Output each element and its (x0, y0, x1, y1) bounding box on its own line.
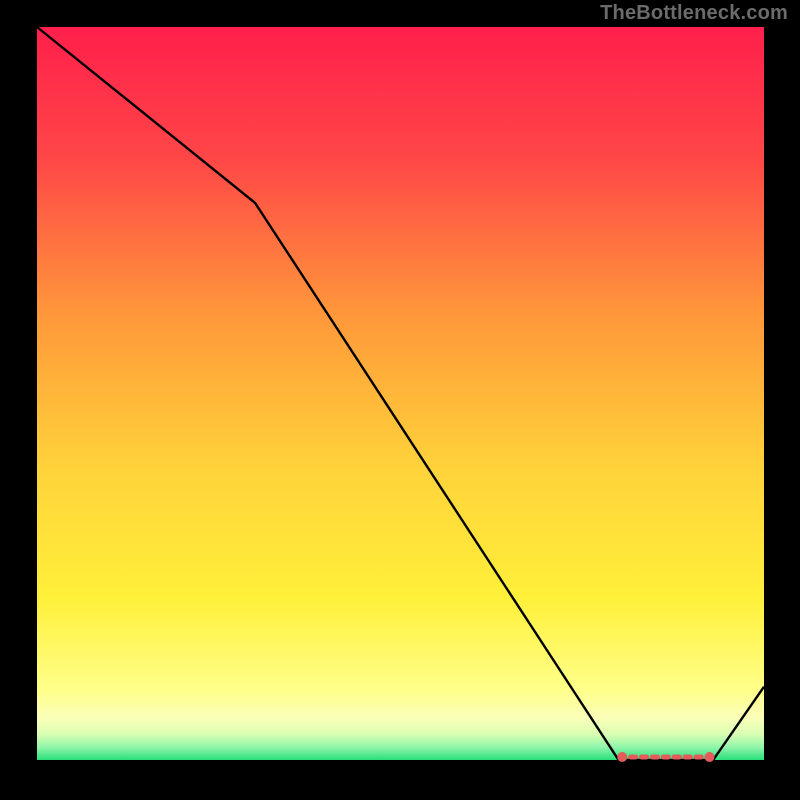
marker-dash (672, 755, 682, 760)
bottleneck-chart (0, 0, 800, 800)
marker-dot (617, 752, 627, 762)
marker-dash (650, 755, 660, 760)
marker-dash (683, 755, 693, 760)
marker-dash (639, 755, 649, 760)
marker-dot (704, 752, 714, 762)
chart-container: TheBottleneck.com (0, 0, 800, 800)
marker-dash (694, 755, 704, 760)
attribution-text: TheBottleneck.com (600, 2, 788, 25)
plot-background (37, 27, 764, 760)
marker-dash (661, 755, 671, 760)
marker-dash (628, 755, 638, 760)
